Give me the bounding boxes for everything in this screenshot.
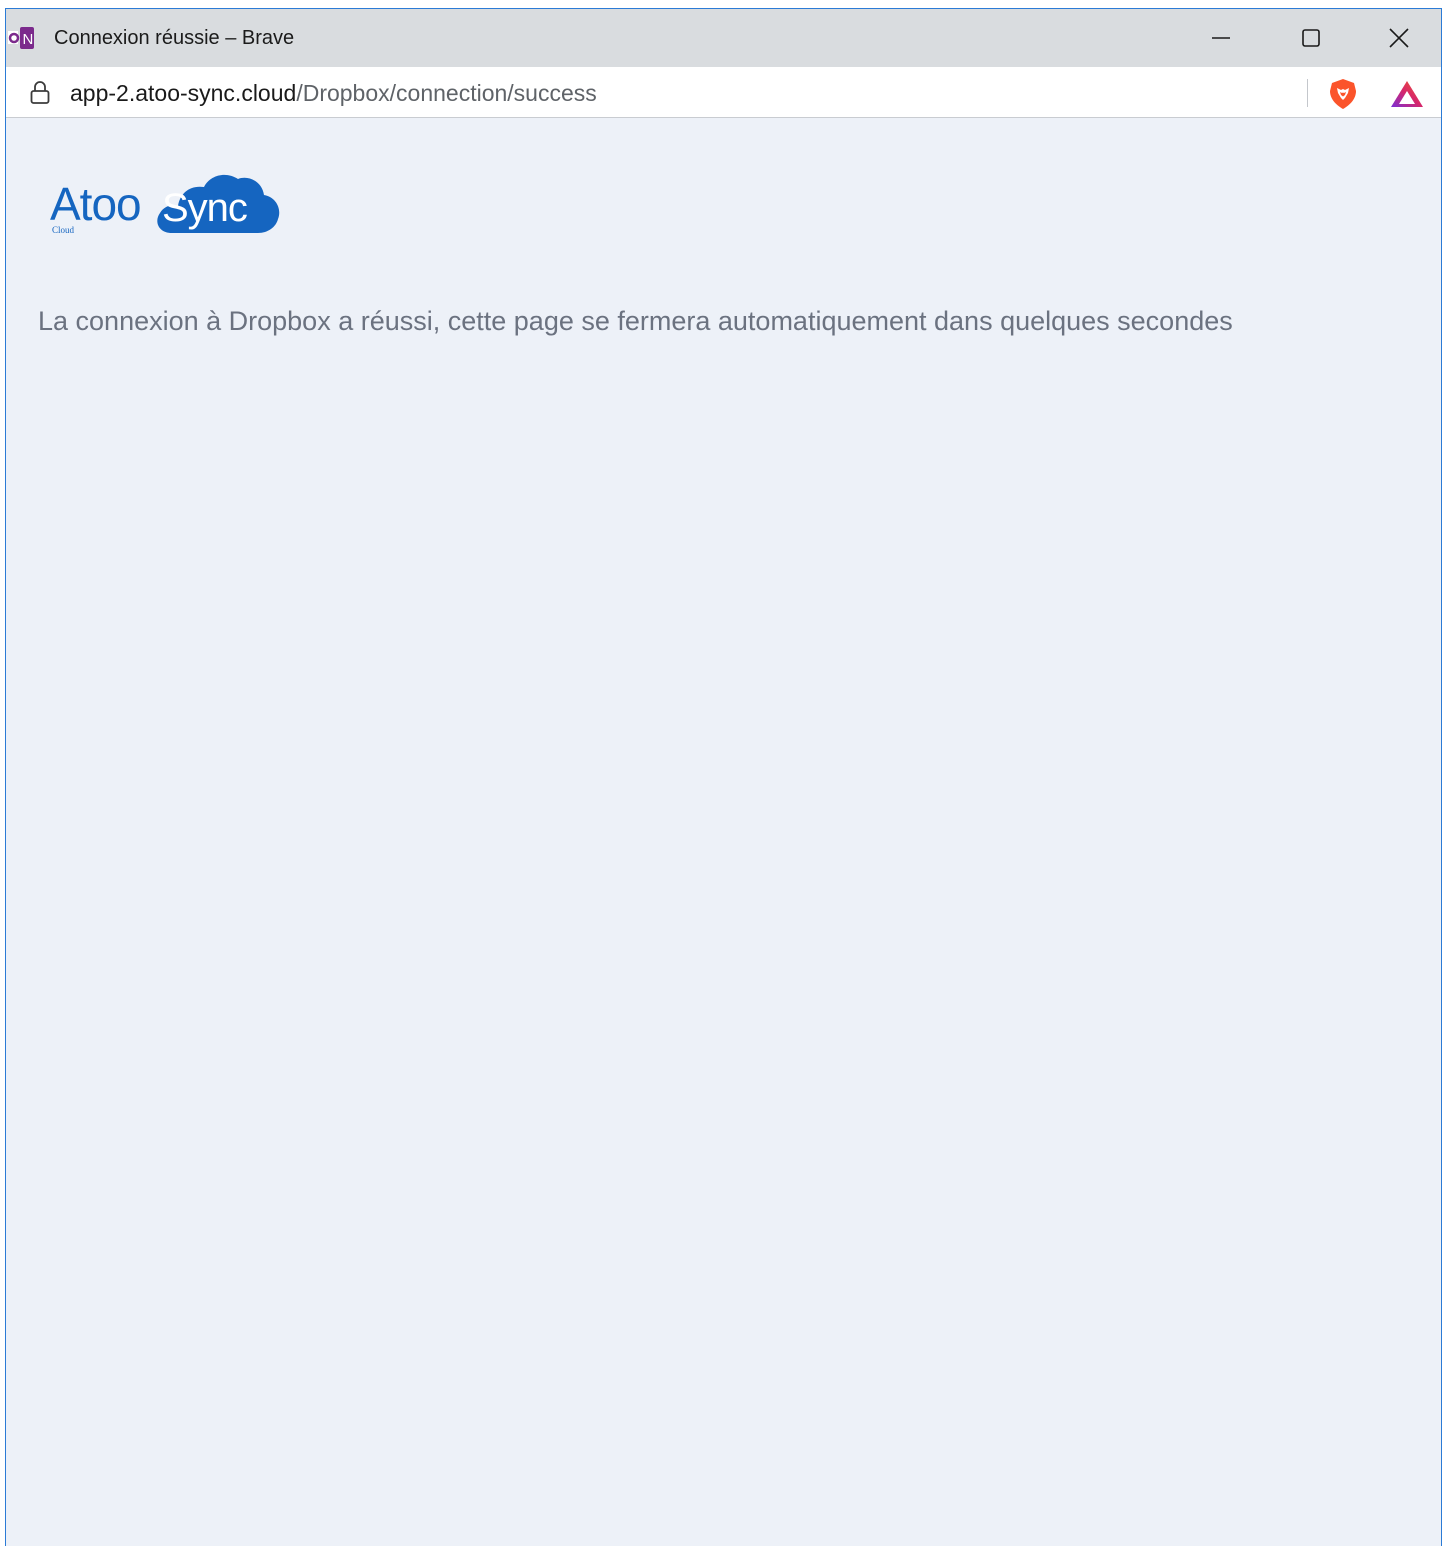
address-bar-divider bbox=[1307, 79, 1308, 107]
close-icon bbox=[1389, 28, 1409, 48]
logo-word-sync: Sync bbox=[162, 186, 248, 230]
url-path: /Dropbox/connection/success bbox=[296, 80, 597, 106]
brave-shield-icon[interactable] bbox=[1326, 77, 1360, 111]
logo-subtext: Cloud bbox=[52, 225, 75, 235]
favicon-letter: N bbox=[23, 31, 34, 48]
browser-window: N Connexion réussie – Brave app-2.atoo-s… bbox=[5, 8, 1442, 1546]
atoosync-logo: Atoo Sync Cloud bbox=[48, 163, 288, 243]
brave-rewards-icon[interactable] bbox=[1389, 79, 1425, 109]
address-bar[interactable]: app-2.atoo-sync.cloud/Dropbox/connection… bbox=[6, 67, 1441, 118]
minimize-icon bbox=[1212, 37, 1230, 39]
title-bar[interactable]: N Connexion réussie – Brave bbox=[6, 9, 1441, 67]
url-host: app-2.atoo-sync.cloud bbox=[70, 80, 297, 106]
logo-word-atoo: Atoo bbox=[50, 178, 142, 230]
app-favicon-icon: N bbox=[8, 26, 48, 50]
maximize-icon bbox=[1302, 29, 1320, 47]
success-message: La connexion à Dropbox a réussi, cette p… bbox=[38, 306, 1233, 336]
url-text[interactable]: app-2.atoo-sync.cloud/Dropbox/connection… bbox=[70, 79, 597, 107]
window-title: Connexion réussie – Brave bbox=[54, 27, 295, 49]
close-button[interactable] bbox=[1364, 9, 1434, 67]
maximize-button[interactable] bbox=[1276, 9, 1346, 67]
lock-icon[interactable] bbox=[28, 80, 52, 106]
minimize-button[interactable] bbox=[1186, 9, 1256, 67]
page-content: Atoo Sync Cloud La connexion à Dropbox a… bbox=[6, 118, 1441, 1546]
